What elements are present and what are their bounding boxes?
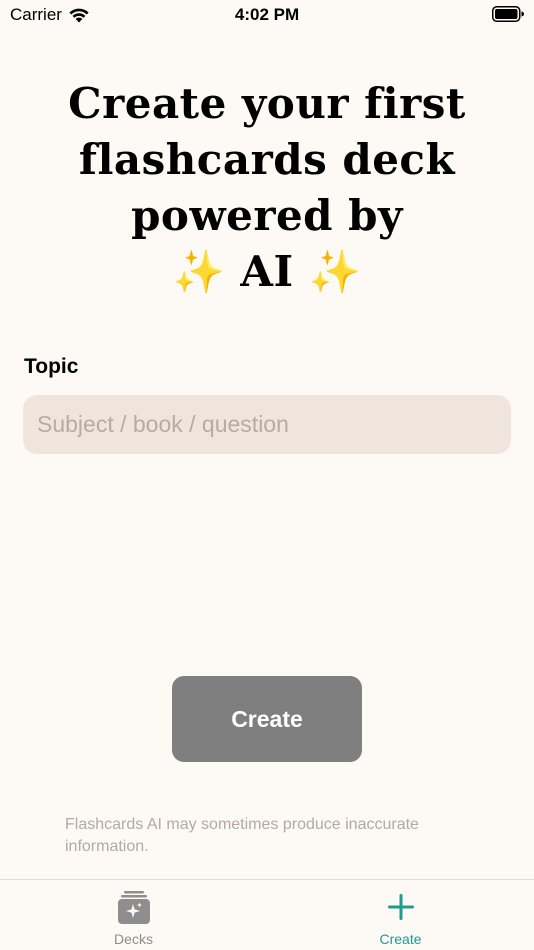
status-time: 4:02 PM [234,5,300,24]
topic-input[interactable] [23,395,511,454]
sparkles-icon: ✨ [172,247,226,296]
tab-create[interactable]: Create [267,880,534,950]
tab-create-label: Create [379,931,422,947]
decks-icon [117,891,150,924]
title-line-1: Create your first [68,79,466,128]
title-line-3: powered by [131,191,403,240]
topic-label: Topic [24,355,79,378]
battery-icon [492,6,524,22]
screen: Carrier 4:02 PM Create your first flashc… [0,0,534,950]
tab-bar: Decks Create [0,879,534,950]
title-line-4: ✨ AI ✨ [30,244,504,300]
page-title: Create your first flashcards deck powere… [30,76,504,300]
title-ai: AI [240,247,294,296]
create-button[interactable]: Create [172,676,362,762]
status-bar: Carrier 4:02 PM [0,0,534,30]
title-line-2: flashcards deck [78,135,456,184]
disclaimer-text: Flashcards AI may sometimes produce inac… [65,816,419,855]
plus-icon [387,894,414,920]
sparkles-icon: ✨ [308,247,362,296]
tab-decks[interactable]: Decks [0,880,267,950]
tab-decks-label: Decks [114,931,153,947]
